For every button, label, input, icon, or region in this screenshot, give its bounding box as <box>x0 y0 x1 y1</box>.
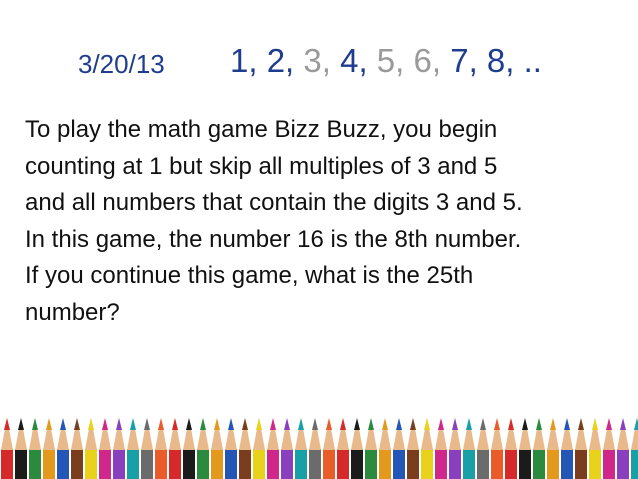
sequence-item: 2, <box>257 42 295 79</box>
sequence-item: 1, <box>230 42 258 79</box>
problem-line: If you continue this game, what is the 2… <box>25 262 474 289</box>
pencil-tip-icon <box>183 418 195 479</box>
pencil-tip-icon <box>253 418 265 479</box>
pencil-tip-icon <box>561 418 573 479</box>
pencil-tip-icon <box>57 418 69 479</box>
pencil-tip-icon <box>491 418 503 479</box>
pencil-tip-icon <box>71 418 83 479</box>
pencil-tip-icon <box>15 418 27 479</box>
sequence-item: .. <box>514 42 542 79</box>
pencil-tip-icon <box>603 418 615 479</box>
pencil-tip-icon <box>43 418 55 479</box>
problem-line: counting at 1 but skip all multiples of … <box>25 152 498 180</box>
problem-line: number? <box>25 298 120 326</box>
pencil-tip-icon <box>617 418 629 479</box>
sequence-item: 5, <box>367 42 405 79</box>
sequence-item: 3, <box>294 42 331 79</box>
pencil-tip-icon <box>393 418 405 479</box>
title-row: 3/20/13 1, 2, 3, 4, 5, 6, 7, 8, .. <box>0 40 638 90</box>
pencil-tip-icon <box>533 418 545 479</box>
problem-line: In this game, the number 16 is the 8th n… <box>25 225 522 253</box>
pencil-tip-icon <box>351 418 363 479</box>
pencil-tip-icon <box>1 418 13 479</box>
pencil-tip-icon <box>505 418 517 479</box>
colored-pencils-border-icon <box>1 418 638 479</box>
pencil-tip-icon <box>197 418 209 479</box>
pencil-tip-icon <box>589 418 601 479</box>
pencil-tip-icon <box>127 418 139 479</box>
pencil-tip-icon <box>309 418 321 479</box>
pencil-tip-icon <box>519 418 531 479</box>
pencil-tip-icon <box>463 418 475 479</box>
pencil-tip-icon <box>169 418 181 479</box>
slide-date: 3/20/13 <box>78 49 165 79</box>
sequence-item: 6, <box>404 42 442 79</box>
pencil-tip-icon <box>225 418 237 479</box>
pencil-tip-icon <box>379 418 391 479</box>
pencil-tip-icon <box>267 418 279 479</box>
problem-line: and all numbers that contain the digits … <box>25 189 523 216</box>
pencil-tip-icon <box>295 418 307 479</box>
pencil-tip-icon <box>547 418 559 479</box>
sequence-item: 8, <box>477 42 515 79</box>
pencil-tip-icon <box>365 418 377 479</box>
pencil-tip-icon <box>407 418 419 479</box>
sequence-item: 4, <box>330 42 368 79</box>
pencil-tip-icon <box>113 418 125 479</box>
pencil-tip-icon <box>435 418 447 479</box>
pencil-tip-icon <box>323 418 335 479</box>
pencil-tip-icon <box>281 418 293 479</box>
pencil-tip-icon <box>99 418 111 479</box>
problem-text: To play the math game Bizz Buzz, you beg… <box>25 112 625 331</box>
pencil-tip-icon <box>85 418 97 479</box>
pencil-tip-icon <box>449 418 461 479</box>
pencil-tip-icon <box>575 418 587 479</box>
pencil-tip-icon <box>141 418 153 479</box>
pencil-tip-icon <box>239 418 251 479</box>
pencil-tip-icon <box>421 418 433 479</box>
pencil-tip-icon <box>631 418 638 479</box>
number-sequence: 1, 2, 3, 4, 5, 6, 7, 8, .. <box>230 42 542 80</box>
pencil-tip-icon <box>29 418 41 479</box>
pencil-tip-icon <box>337 418 349 479</box>
pencil-tip-icon <box>211 418 223 479</box>
slide: 3/20/13 1, 2, 3, 4, 5, 6, 7, 8, .. To pl… <box>0 0 638 479</box>
pencil-tip-icon <box>477 418 489 479</box>
sequence-item: 7, <box>441 42 478 79</box>
problem-line: To play the math game Bizz Buzz, you beg… <box>25 116 498 143</box>
pencil-tip-icon <box>155 418 167 479</box>
